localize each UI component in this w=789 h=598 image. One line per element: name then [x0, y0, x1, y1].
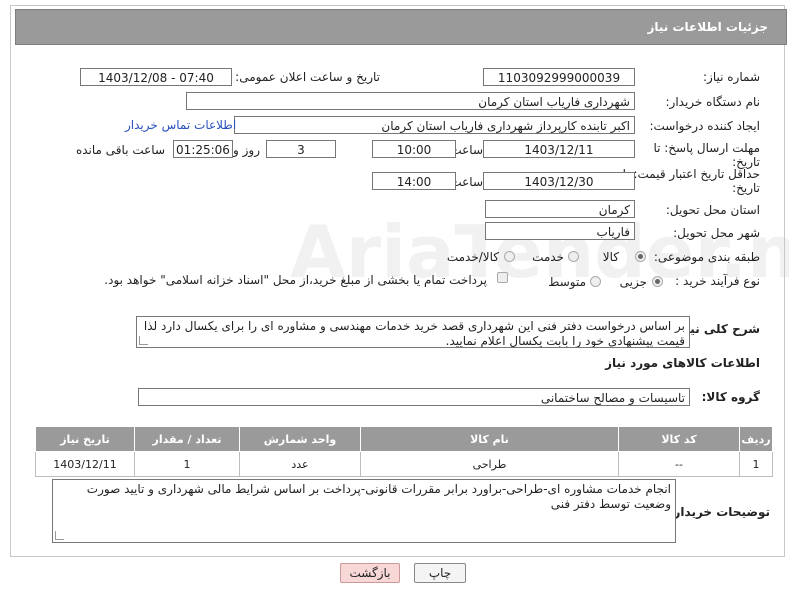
buyer-org-field: شهرداری فاریاب استان کرمان — [186, 92, 635, 110]
reply-days-field: 3 — [266, 140, 336, 158]
goods-table: ردیف کد کالا نام کالا واحد شمارش تعداد /… — [35, 426, 773, 477]
purchase-partial-radio[interactable] — [652, 276, 663, 287]
treasury-payment-note: پرداخت تمام یا بخشی از مبلغ خرید،از محل … — [104, 273, 487, 287]
col-row-number: ردیف — [739, 426, 773, 452]
category-goods-service-label: کالا/خدمت — [446, 250, 499, 264]
col-need-date: تاریخ نیاز — [35, 426, 135, 452]
general-desc-text: بر اساس درخواست دفتر فنی این شهرداری قصد… — [143, 319, 685, 348]
buyer-contact-link[interactable]: اطلاعات تماس خریدار — [125, 118, 236, 132]
announce-datetime-field: 1403/12/08 - 07:40 — [80, 68, 232, 86]
reply-date-field: 1403/12/11 — [483, 140, 635, 158]
cell-unit: عدد — [239, 451, 361, 477]
creator-field: اکبر تابنده کارپرداز شهرداری فاریاب استا… — [234, 116, 635, 134]
goods-group-label: گروه کالا: — [701, 390, 760, 404]
price-date-field: 1403/12/30 — [483, 172, 635, 190]
category-label: طبقه بندی موضوعی: — [653, 250, 760, 264]
price-validity-label-2: تاریخ: — [732, 181, 760, 195]
treasury-payment-checkbox[interactable] — [497, 272, 508, 283]
price-time-field: 14:00 — [372, 172, 456, 190]
cell-goods-code: -- — [618, 451, 740, 477]
purchase-type-label: نوع فرآیند خرید : — [675, 274, 760, 288]
buyer-notes-text: انجام خدمات مشاوره ای-طراحی-براورد برابر… — [86, 482, 671, 511]
col-unit: واحد شمارش — [239, 426, 361, 452]
buyer-notes-textarea: انجام خدمات مشاوره ای-طراحی-براورد برابر… — [52, 479, 676, 543]
buyer-org-label: نام دستگاه خریدار: — [665, 95, 761, 109]
purchase-medium-radio[interactable] — [590, 276, 601, 287]
purchase-partial-label: جزیی — [619, 275, 647, 289]
reply-deadline-label: مهلت ارسال پاسخ: تا — [653, 141, 760, 155]
price-validity-label: حداقل تاریخ اعتبار قیمت: تا — [622, 167, 760, 181]
delivery-city-field: فاریاب — [485, 222, 635, 240]
goods-group-field: تاسیسات و مصالح ساختمانی — [138, 388, 690, 406]
announce-datetime-label: تاریخ و ساعت اعلان عمومی: — [235, 70, 380, 84]
col-goods-name: نام کالا — [360, 426, 619, 452]
cell-need-date: 1403/12/11 — [35, 451, 135, 477]
cell-row-number: 1 — [739, 451, 773, 477]
category-goods-label: کالا — [602, 250, 619, 264]
days-and-label: روز و — [233, 143, 260, 157]
general-desc-textarea: بر اساس درخواست دفتر فنی این شهرداری قصد… — [136, 316, 690, 348]
delivery-province-field: کرمان — [485, 200, 635, 218]
page-title: جزئیات اطلاعات نیاز — [647, 20, 768, 34]
page-header: جزئیات اطلاعات نیاز — [15, 9, 787, 45]
reply-time-field: 10:00 — [372, 140, 456, 158]
resize-grip-icon[interactable] — [139, 336, 148, 345]
category-goods-radio[interactable] — [635, 251, 646, 262]
remaining-time-field: 01:25:06 — [173, 140, 233, 158]
goods-info-heading: اطلاعات کالاهای مورد نیاز — [605, 356, 760, 370]
print-button[interactable]: چاپ — [414, 563, 466, 583]
cell-quantity: 1 — [134, 451, 240, 477]
purchase-medium-label: متوسط — [548, 275, 586, 289]
col-quantity: تعداد / مقدار — [134, 426, 240, 452]
delivery-province-label: استان محل تحویل: — [665, 203, 760, 217]
table-row: 1 -- طراحی عدد 1 1403/12/11 — [35, 451, 773, 477]
category-service-radio[interactable] — [568, 251, 579, 262]
resize-grip-icon[interactable] — [55, 531, 64, 540]
remaining-label: ساعت باقی مانده — [75, 143, 165, 157]
goods-table-header: ردیف کد کالا نام کالا واحد شمارش تعداد /… — [35, 426, 773, 452]
delivery-city-label: شهر محل تحویل: — [673, 226, 760, 240]
category-service-label: خدمت — [532, 250, 564, 264]
need-number-label: شماره نیاز: — [703, 70, 760, 84]
cell-goods-name: طراحی — [360, 451, 619, 477]
need-number-field: 1103092999000039 — [483, 68, 635, 86]
buyer-notes-label: توضیحات خریدار: — [668, 505, 770, 519]
category-goods-service-radio[interactable] — [504, 251, 515, 262]
back-button[interactable]: بازگشت — [340, 563, 400, 583]
col-goods-code: کد کالا — [618, 426, 740, 452]
creator-label: ایجاد کننده درخواست: — [649, 119, 760, 133]
